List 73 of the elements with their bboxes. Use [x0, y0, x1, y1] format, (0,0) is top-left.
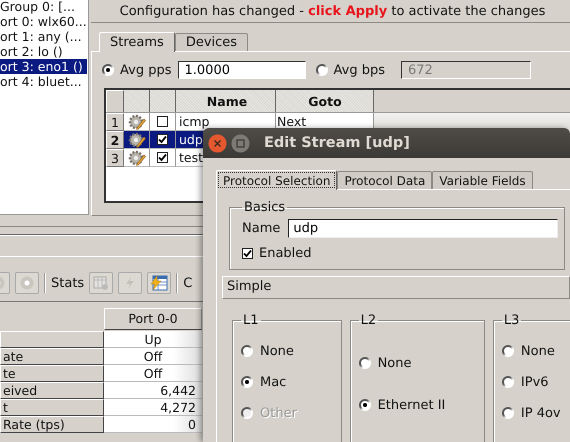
port-item[interactable]: ort 1: any (...	[0, 29, 86, 44]
row-header: eived	[0, 382, 104, 399]
option-label: Other	[260, 406, 297, 420]
group-title: L1	[242, 313, 260, 328]
tab[interactable]: Protocol Selection	[216, 170, 338, 190]
checkbox[interactable]	[242, 248, 253, 258]
radio-button[interactable]	[502, 407, 514, 419]
gear-pencil-icon	[128, 114, 146, 130]
column-header[interactable]	[124, 90, 150, 112]
tab[interactable]: Variable Fields	[432, 171, 533, 189]
option-label: Mac	[260, 374, 286, 390]
column-header[interactable]: Name	[176, 90, 276, 112]
column-header[interactable]: Goto	[276, 90, 374, 112]
radio-button[interactable]	[502, 376, 514, 388]
port-item[interactable]: ort 0: wlx60...	[0, 14, 88, 29]
tab[interactable]: Devices	[174, 33, 248, 51]
option-label: None	[260, 344, 294, 358]
row-header: Rate (tps)	[0, 416, 104, 433]
option-label: None	[378, 356, 412, 370]
rate-field[interactable]: 1.0000	[178, 61, 306, 79]
row-header: ate	[0, 348, 104, 365]
row-header: t	[0, 399, 104, 416]
table-cell: Off	[104, 365, 202, 382]
name-field[interactable]: udp	[288, 218, 558, 238]
gear-pencil-icon	[128, 132, 146, 148]
name-label: Name	[242, 220, 280, 236]
radio-button[interactable]	[358, 399, 371, 411]
table-cell: Up	[104, 331, 202, 348]
checkbox[interactable]	[157, 116, 168, 127]
row-number[interactable]: 1	[106, 113, 124, 131]
section-header[interactable]: Simple	[222, 276, 570, 299]
option-label: IP 4ov	[520, 406, 561, 420]
option-label: None	[520, 344, 555, 358]
radio-button[interactable]	[502, 345, 514, 357]
group-title: L3	[502, 313, 520, 328]
option-label: IPv6	[520, 374, 549, 390]
checkbox[interactable]	[157, 152, 168, 163]
table-cell: 6,442	[104, 382, 202, 399]
row-number[interactable]: 2	[106, 131, 124, 149]
clear-stats-button[interactable]	[147, 272, 172, 294]
maximize-icon[interactable]	[231, 134, 250, 152]
port-item[interactable]: ort 2: lo ()	[0, 44, 67, 59]
table-cell: 4,272	[104, 399, 202, 416]
stats-label: Stats	[51, 276, 84, 290]
rate-label: Avg bps	[334, 62, 385, 78]
checkbox[interactable]	[157, 134, 168, 145]
radio-button[interactable]	[358, 357, 371, 369]
config-changed-message: Configuration has changed - click Apply to activate the changes	[120, 4, 546, 18]
tab[interactable]: Protocol Data	[337, 171, 432, 189]
port-item[interactable]: ort 4: bluet...	[0, 74, 86, 89]
lightning-table-icon	[150, 275, 168, 291]
gear-pencil-icon	[128, 150, 146, 166]
toolbar-label: C	[183, 276, 192, 290]
table-gear-icon	[93, 275, 110, 291]
radio-button[interactable]	[241, 345, 253, 357]
radio-button[interactable]	[102, 64, 114, 76]
column-header[interactable]	[150, 90, 176, 112]
stop-icon	[20, 276, 34, 290]
close-icon[interactable]	[208, 134, 227, 152]
group-title: L2	[360, 313, 378, 328]
radio-button[interactable]	[241, 376, 253, 388]
row-header: te	[0, 365, 104, 382]
enabled-label: Enabled	[259, 246, 312, 260]
row-number[interactable]: 3	[106, 149, 124, 167]
group-title: Basics	[243, 200, 286, 215]
rate-label: Avg pps	[120, 62, 172, 78]
table-cell: 0	[104, 416, 202, 433]
tab[interactable]: Streams	[99, 32, 175, 52]
column-header[interactable]: Port 0-0	[104, 308, 202, 330]
port-item[interactable]: ort 3: eno1 ()	[0, 59, 87, 74]
option-label: Ethernet II	[378, 398, 446, 412]
table-cell: Off	[104, 348, 202, 365]
port-item[interactable]: Group 0: [...	[0, 0, 79, 14]
